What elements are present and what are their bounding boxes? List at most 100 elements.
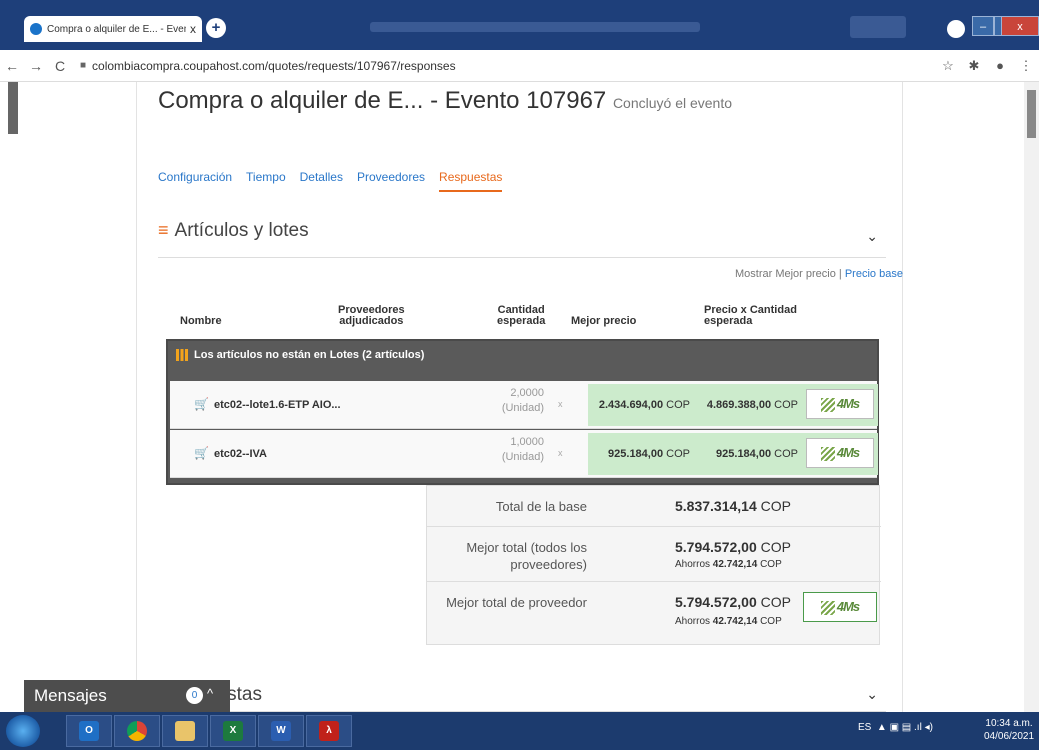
messages-count-badge: 0 [186,687,203,704]
grid-icon [176,349,188,361]
coupa-favicon-icon [30,23,42,35]
best-price-currency: COP [666,399,690,411]
item-qty-value: 2,0000 [510,387,544,399]
best-total-value: 5.794.572,00 COP [675,539,791,555]
multiply-sign: x [558,399,563,409]
supplier-total-savings: Ahorros 42.742,14 COP [675,616,782,627]
content-border-left [136,82,137,712]
item-unit: (Unidad) [501,451,544,463]
page-scrollbar[interactable] [1024,82,1039,712]
messages-panel[interactable]: Mensajes 0 ^ [24,680,230,712]
content-border-right [902,82,903,712]
item-name[interactable]: etc02--IVA [214,448,267,460]
messages-label: Mensajes [34,686,107,705]
best-price-currency: COP [666,448,690,460]
responses-section-header[interactable]: uestas ⌄ [158,678,886,712]
lots-panel: Los artículos no están en Lotes (2 artíc… [166,339,879,485]
tab-respuestas[interactable]: Respuestas [439,170,503,192]
item-row[interactable]: 🛒 etc02--IVA 1,0000 (Unidad) x 925.184,00… [170,430,878,478]
account-icon[interactable]: ● [987,58,1013,73]
ext-price-currency: COP [774,399,798,411]
menu-icon[interactable]: ⋮ [1013,58,1039,74]
forward-button[interactable]: → [24,58,48,74]
browser-tab-title: Compra o alquiler de E... - Evento [47,23,186,35]
new-tab-button[interactable]: + [206,18,226,38]
tab-detalles[interactable]: Detalles [300,170,343,192]
clock-date: 04/06/2021 [984,731,1035,742]
blurred-tab-area [370,22,700,32]
taskbar-pdf[interactable]: λ [306,715,352,747]
language-indicator[interactable]: ES [858,722,871,733]
left-scroll-marker [8,82,18,134]
chevron-down-icon[interactable]: ⌄ [866,228,878,245]
col-header-name: Nombre [180,315,222,327]
tab-proveedores[interactable]: Proveedores [357,170,425,192]
supplier-total-label: Mejor total de proveedor [446,595,587,610]
close-window-button[interactable]: x [1001,16,1039,36]
supplier-total-value: 5.794.572,00 COP [675,594,791,610]
item-unit: (Unidad) [501,402,544,414]
best-total-savings: Ahorros 42.742,14 COP [675,559,782,570]
supplier-logo-icon: 4Ms [820,599,860,615]
cart-icon: 🛒 [194,397,209,411]
star-icon[interactable]: ☆ [935,58,961,74]
start-button[interactable] [6,715,40,747]
tab-tiempo[interactable]: Tiempo [246,170,286,192]
section-title: Artículos y lotes [174,220,309,241]
item-qty: 2,0000 (Unidad) [476,386,544,416]
word-icon: W [271,721,291,741]
chevron-down-icon[interactable]: ⌄ [866,686,878,703]
item-name[interactable]: etc02--lote1.6-ETP AIO... [214,399,341,411]
clock-time: 10:34 a.m. [985,718,1033,729]
best-price-toggle[interactable]: Mostrar Mejor precio [735,268,836,280]
chevron-up-icon[interactable]: ^ [207,686,213,701]
system-tray: ES ▲ ▣ ▤ .ıl ◂) [858,722,933,733]
back-button[interactable]: ← [0,58,24,74]
col-header-suppliers: Proveedores adjudicados [338,304,405,327]
multiply-sign: x [558,448,563,458]
ext-price-currency: COP [774,448,798,460]
reload-button[interactable]: C [48,58,72,74]
windows-taskbar: O X W λ ES ▲ ▣ ▤ .ıl ◂) 10:34 a.m. 04/06… [0,712,1039,750]
chrome-icon [127,721,147,741]
item-qty-value: 1,0000 [510,436,544,448]
totals-panel: Total de la base 5.837.314,14 COP Mejor … [426,485,881,645]
item-extended-price: 4.869.388,00 COP [696,399,798,411]
taskbar-word[interactable]: W [258,715,304,747]
extensions-icon[interactable]: ✱ [961,58,987,74]
col-header-qty: Cantidad esperada [497,304,546,327]
base-price-link[interactable]: Precio base [845,268,903,280]
tab-close-icon[interactable]: x [190,22,196,36]
best-total-label: Mejor total (todos los proveedores) [466,540,587,572]
taskbar-chrome[interactable] [114,715,160,747]
event-tabs: Configuración Tiempo Detalles Proveedore… [158,170,516,192]
supplier-logo-button[interactable]: 4Ms [806,438,874,468]
event-status: Concluyó el evento [612,95,733,111]
minimize-button[interactable]: – [972,16,994,36]
taskbar-outlook[interactable]: O [66,715,112,747]
toggle-separator: | [835,268,845,280]
taskbar-excel[interactable]: X [210,715,256,747]
taskbar-explorer[interactable] [162,715,208,747]
best-supplier-logo-button[interactable]: 4Ms [803,592,877,622]
best-price-value: 2.434.694,00 [598,399,664,411]
url-field[interactable]: colombiacompra.coupahost.com/quotes/requ… [92,59,935,73]
items-section-header[interactable]: ≡ Artículos y lotes ⌄ [158,220,886,258]
best-price-value: 925.184,00 [608,448,664,460]
browser-tab[interactable]: Compra o alquiler de E... - Evento x [24,16,202,42]
ext-price-value: 4.869.388,00 [706,399,772,411]
scrollbar-thumb[interactable] [1027,90,1036,138]
supplier-logo-icon: 4Ms [820,445,860,461]
profile-icon[interactable] [947,20,965,38]
total-base-row: Total de la base 5.837.314,14 COP [427,486,881,527]
blurred-badge [850,16,906,38]
lot-title: Los artículos no están en Lotes (2 artíc… [194,349,425,361]
tab-configuracion[interactable]: Configuración [158,170,232,192]
clock[interactable]: 10:34 a.m. 04/06/2021 [984,717,1034,743]
item-extended-price: 925.184,00 COP [696,448,798,460]
best-total-row: Mejor total (todos los proveedores) 5.79… [427,527,881,582]
price-toggle: Mostrar Mejor precio | Precio base [735,268,903,280]
item-row[interactable]: 🛒 etc02--lote1.6-ETP AIO... 2,0000 (Unida… [170,381,878,429]
total-base-value: 5.837.314,14 COP [675,498,791,514]
supplier-logo-button[interactable]: 4Ms [806,389,874,419]
